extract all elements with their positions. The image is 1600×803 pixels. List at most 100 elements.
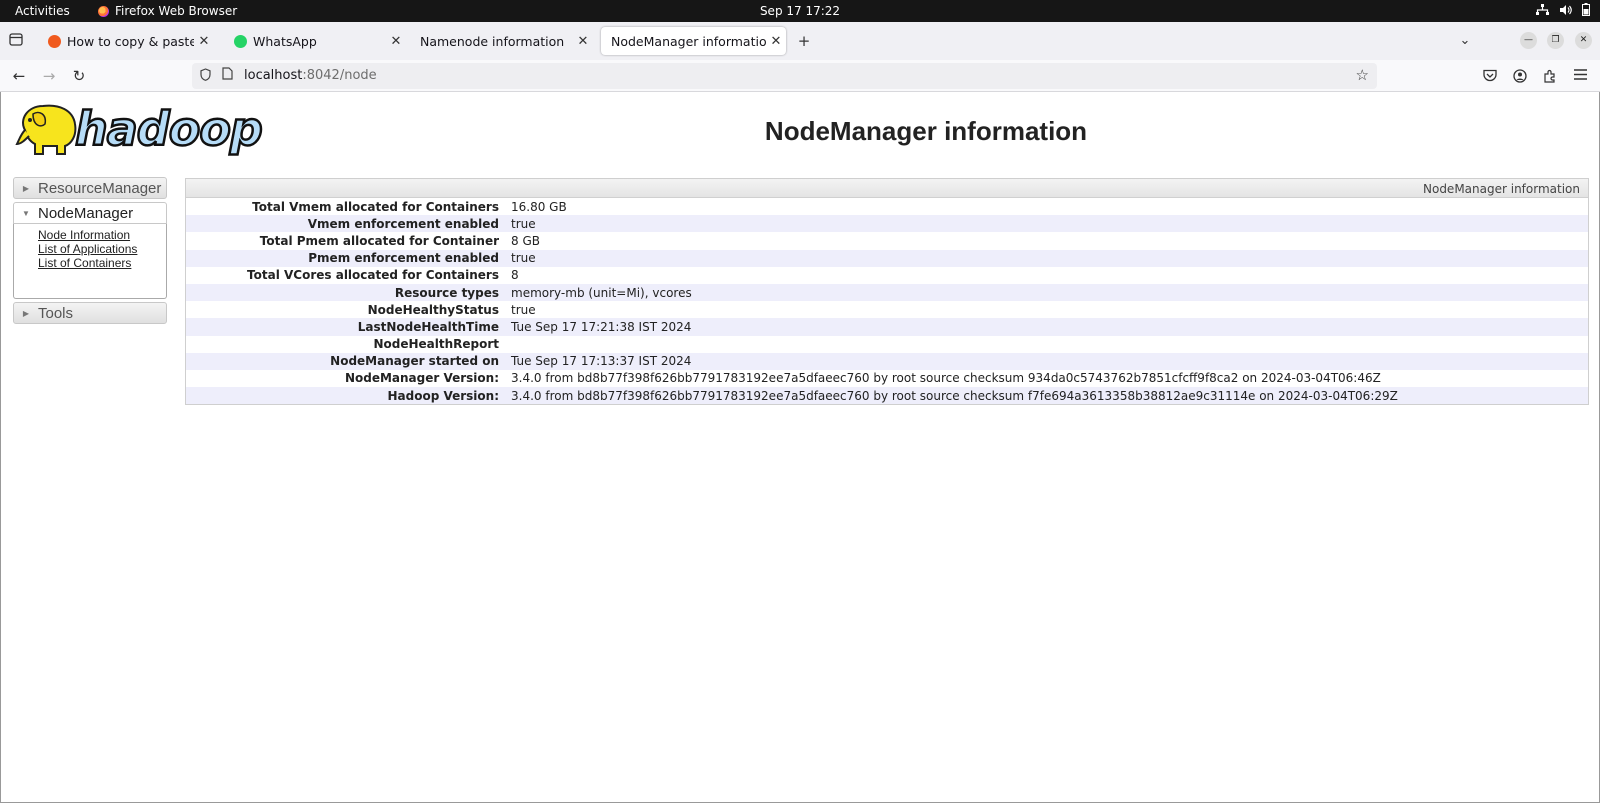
table-row: Resource types memory-mb (unit=Mi), vcore… xyxy=(186,283,1588,302)
list-all-tabs-icon[interactable]: ⌄ xyxy=(1454,30,1476,52)
network-icon[interactable] xyxy=(1536,3,1549,19)
section-label: ResourceManager xyxy=(38,179,162,197)
tab-title: NodeManager information xyxy=(611,33,766,49)
table-row: NodeHealthReport xyxy=(186,336,1588,353)
table-row: LastNodeHealthTime Tue Sep 17 17:21:38 IS… xyxy=(186,318,1588,336)
row-value: 8 xyxy=(511,268,519,283)
tab-title: WhatsApp xyxy=(253,33,317,49)
url-bar[interactable]: localhost:8042/node ☆ xyxy=(192,63,1377,89)
sidebar-section-tools[interactable]: ▶ Tools xyxy=(13,302,167,324)
collapsed-triangle-icon: ▶ xyxy=(22,308,30,318)
sidebar-section-resourcemanager[interactable]: ▶ ResourceManager xyxy=(13,177,167,199)
row-key: NodeManager Version: xyxy=(344,371,499,386)
restore-icon[interactable]: ❐ xyxy=(1547,32,1564,49)
table-caption: NodeManager information xyxy=(186,179,1588,198)
bookmark-star-icon[interactable]: ☆ xyxy=(1356,66,1369,84)
expanded-triangle-icon: ▼ xyxy=(22,208,30,218)
url-host: localhost xyxy=(244,68,303,83)
row-key: Resource types xyxy=(394,285,499,300)
link-node-information[interactable]: Node Information xyxy=(38,228,166,242)
volume-icon[interactable] xyxy=(1559,4,1572,19)
firefox-icon xyxy=(98,5,109,17)
collapsed-triangle-icon: ▶ xyxy=(22,183,30,193)
askubuntu-favicon-icon xyxy=(48,34,61,48)
tab-title: How to copy & paste from xyxy=(67,33,194,49)
url-text[interactable]: localhost:8042/node xyxy=(244,68,377,83)
page-info-icon[interactable] xyxy=(222,67,233,83)
table-row: NodeManager Version: 3.4.0 from bd8b77f39… xyxy=(186,370,1588,387)
table-row: Vmem enforcement enabled true xyxy=(186,215,1588,233)
tracking-protection-icon[interactable] xyxy=(200,68,211,84)
hadoop-logo[interactable]: hadoop xyxy=(15,100,264,158)
sidebar-accordion: ▶ ResourceManager ▼ NodeManager Node Inf… xyxy=(13,177,167,324)
table-row: Total Vmem allocated for Containers 16.80… xyxy=(186,198,1588,215)
whatsapp-favicon-icon xyxy=(234,34,247,48)
row-value: 16.80 GB xyxy=(511,199,567,214)
row-key: Pmem enforcement enabled xyxy=(308,251,499,266)
reload-icon[interactable]: ↻ xyxy=(68,65,90,87)
row-value: true xyxy=(511,216,536,231)
nodemanager-info-table: NodeManager information Total Vmem alloc… xyxy=(185,178,1589,406)
row-value: true xyxy=(511,251,536,266)
close-tab-icon[interactable]: ✕ xyxy=(386,34,406,49)
table-row: NodeManager started on Tue Sep 17 17:13:3… xyxy=(186,352,1588,370)
row-value: true xyxy=(511,302,536,317)
page-title: NodeManager information xyxy=(764,116,1088,146)
row-value: 3.4.0 from bd8b77f398f626bb7791783192ee7… xyxy=(511,388,1398,403)
row-key: NodeHealthReport xyxy=(373,337,499,352)
tab-whatsapp[interactable]: WhatsApp ✕ xyxy=(224,27,406,55)
close-tab-icon[interactable]: ✕ xyxy=(573,34,593,49)
new-tab-button[interactable]: + xyxy=(793,30,815,52)
link-list-of-applications[interactable]: List of Applications xyxy=(38,242,166,256)
close-tab-icon[interactable]: ✕ xyxy=(194,34,214,49)
table-row: Hadoop Version: 3.4.0 from bd8b77f398f626… xyxy=(186,387,1588,405)
section-label: NodeManager xyxy=(38,204,134,222)
row-key: Total VCores allocated for Containers xyxy=(247,268,499,283)
row-key: Hadoop Version: xyxy=(387,388,499,403)
table-row: Pmem enforcement enabled true xyxy=(186,249,1588,267)
row-value: Tue Sep 17 17:13:37 IST 2024 xyxy=(511,354,692,369)
sidebar-section-nodemanager[interactable]: ▼ NodeManager xyxy=(13,202,167,224)
close-window-icon[interactable]: ✕ xyxy=(1575,32,1592,49)
back-icon[interactable]: ← xyxy=(8,65,30,87)
battery-icon[interactable] xyxy=(1582,3,1590,19)
row-key: NodeManager started on xyxy=(330,354,499,369)
tab-ask-ubuntu[interactable]: How to copy & paste from ✕ xyxy=(38,27,214,55)
extensions-icon[interactable] xyxy=(1542,69,1558,85)
tab-title: Namenode information xyxy=(420,33,565,49)
clock[interactable]: Sep 17 17:22 xyxy=(760,4,840,18)
row-key: Total Vmem allocated for Containers xyxy=(252,199,499,214)
table-row: Total VCores allocated for Containers 8 xyxy=(186,267,1588,284)
row-value: Tue Sep 17 17:21:38 IST 2024 xyxy=(511,319,692,334)
row-key: LastNodeHealthTime xyxy=(357,319,499,334)
minimize-icon[interactable]: — xyxy=(1520,32,1537,49)
navigation-toolbar: ← → ↻ localhost:8042/node ☆ xyxy=(0,60,1600,92)
row-value: memory-mb (unit=Mi), vcores xyxy=(511,285,692,300)
hadoop-wordmark: hadoop xyxy=(74,101,264,158)
pocket-icon[interactable] xyxy=(1482,69,1498,85)
app-name: Firefox Web Browser xyxy=(115,4,238,18)
page-content: hadoop NodeManager information ▶ Resourc… xyxy=(0,92,1600,803)
close-tab-icon[interactable]: ✕ xyxy=(766,34,786,49)
table-row: Total Pmem allocated for Container 8 GB xyxy=(186,232,1588,249)
app-menu[interactable]: Firefox Web Browser xyxy=(98,4,237,18)
link-list-of-containers[interactable]: List of Containers xyxy=(38,256,166,270)
section-label: Tools xyxy=(38,304,74,322)
activities-button[interactable]: Activities xyxy=(15,4,70,18)
row-key: Vmem enforcement enabled xyxy=(307,216,499,231)
hadoop-elephant-icon xyxy=(15,104,77,155)
system-top-bar: Activities Firefox Web Browser Sep 17 17… xyxy=(0,0,1600,22)
account-icon[interactable] xyxy=(1512,69,1528,85)
tab-namenode[interactable]: Namenode information ✕ xyxy=(410,27,593,55)
firefox-view-icon[interactable] xyxy=(5,30,27,52)
row-value: 8 GB xyxy=(511,233,540,248)
tab-nodemanager-active[interactable]: NodeManager information ✕ xyxy=(601,27,786,55)
url-path: :8042/node xyxy=(302,68,377,83)
table-row: NodeHealthyStatus true xyxy=(186,301,1588,318)
row-key: NodeHealthyStatus xyxy=(367,302,499,317)
row-key: Total Pmem allocated for Container xyxy=(259,233,499,248)
nodemanager-links: Node Information List of Applications Li… xyxy=(13,224,167,299)
forward-icon[interactable]: → xyxy=(38,65,60,87)
tab-strip: How to copy & paste from ✕ WhatsApp ✕ Na… xyxy=(0,22,1600,60)
menu-hamburger-icon[interactable] xyxy=(1572,69,1588,85)
